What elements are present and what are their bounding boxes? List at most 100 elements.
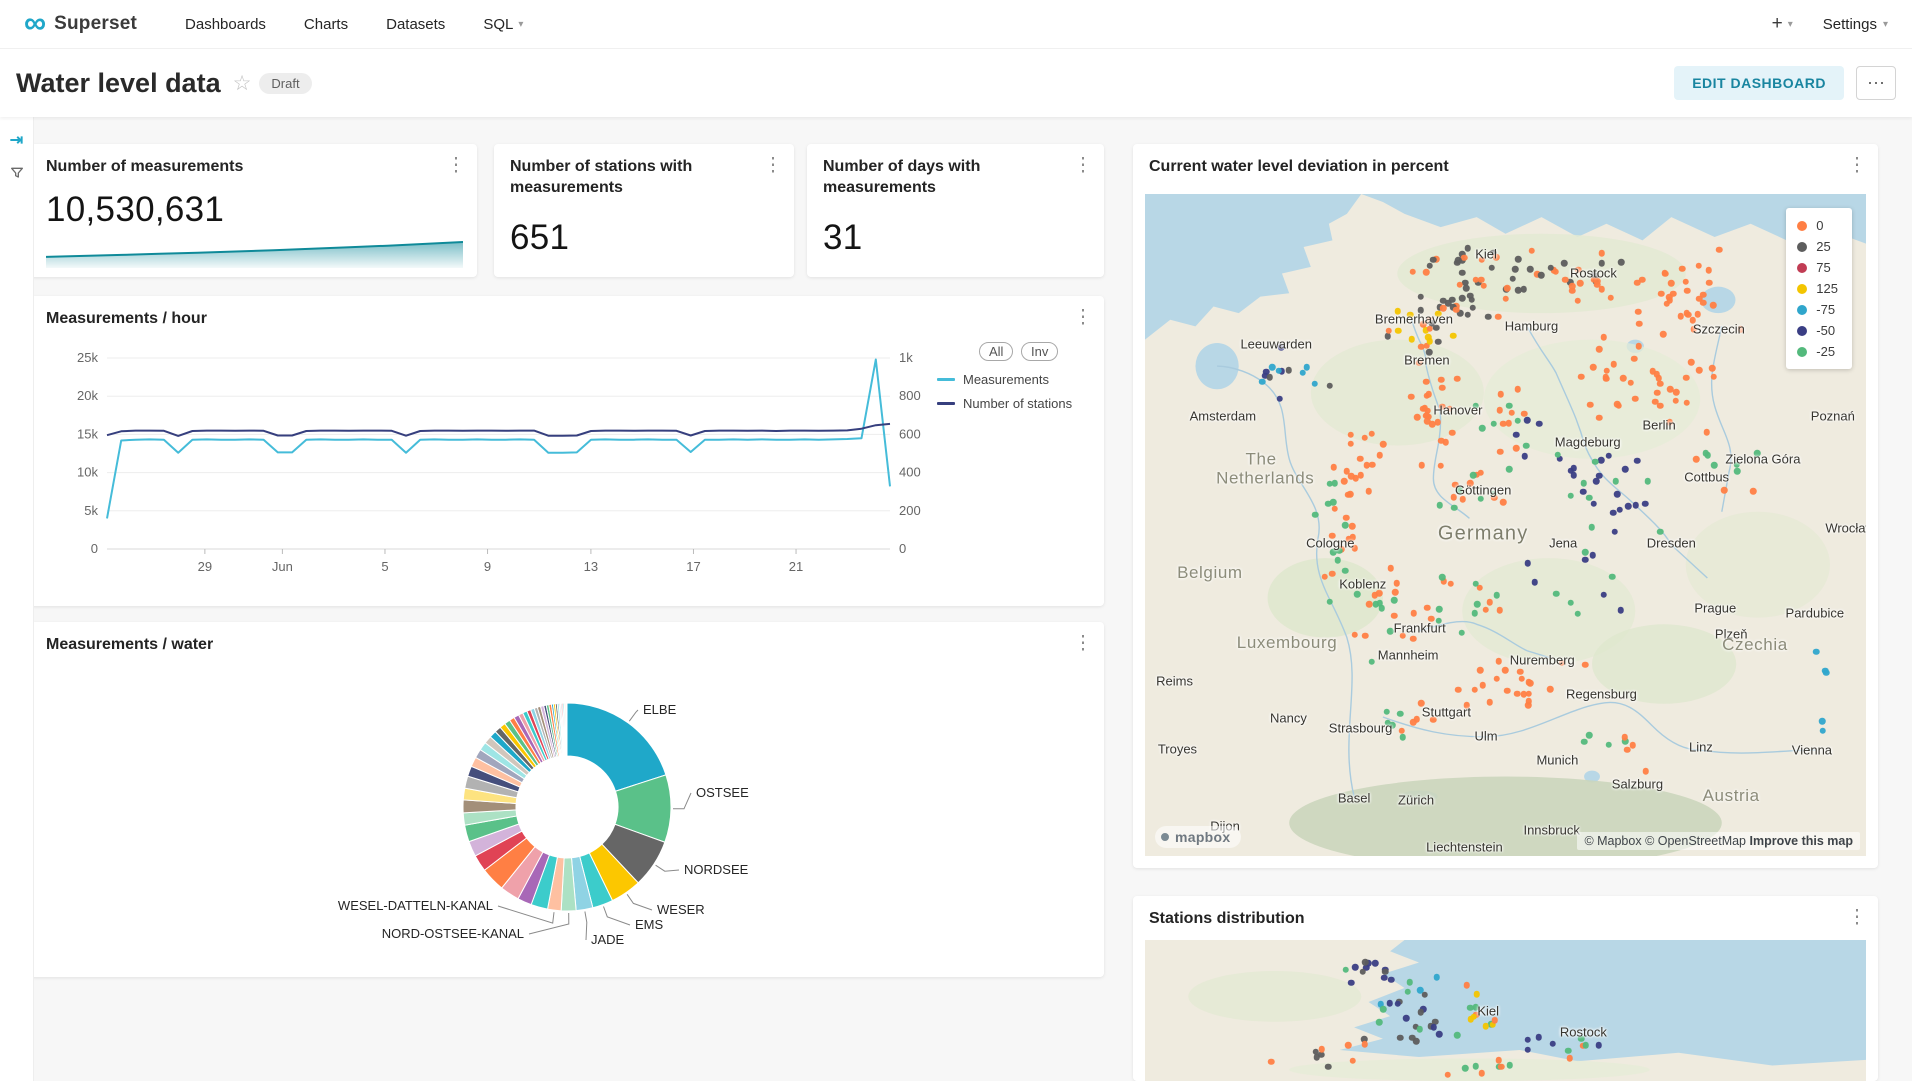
- card-menu-button[interactable]: ⋮: [1070, 632, 1096, 655]
- legend-color-dot: [1797, 221, 1807, 231]
- dashboard-title: Water level data: [16, 68, 221, 99]
- map-city-label: Leeuwarden: [1240, 337, 1312, 352]
- svg-text:29: 29: [198, 559, 212, 574]
- svg-text:Jun: Jun: [272, 559, 293, 574]
- legend-color-dot: [1797, 347, 1807, 357]
- nav-item-datasets[interactable]: Datasets: [386, 16, 445, 33]
- edit-dashboard-button[interactable]: EDIT DASHBOARD: [1674, 66, 1844, 100]
- caret-down-icon: ▾: [518, 19, 523, 30]
- legend-toggle-inv[interactable]: Inv: [1021, 342, 1058, 361]
- map-city-label: Prague: [1694, 600, 1736, 615]
- attribution-osm[interactable]: © OpenStreetMap: [1645, 834, 1746, 848]
- map-city-label: Regensburg: [1566, 686, 1637, 701]
- legend-value: 125: [1816, 281, 1838, 296]
- nav-item-sql[interactable]: SQL▾: [483, 16, 523, 33]
- nav-menu: Dashboards Charts Datasets SQL▾: [185, 16, 523, 33]
- svg-text:9: 9: [484, 559, 491, 574]
- filter-button[interactable]: [9, 165, 25, 183]
- card-menu-button[interactable]: ⋮: [760, 154, 786, 177]
- map-city-label: Salzburg: [1612, 776, 1663, 791]
- chart-card-water-level-deviation-map: Current water level deviation in percent…: [1133, 144, 1878, 868]
- svg-text:10k: 10k: [77, 465, 98, 480]
- map-labels-layer: KielRostock: [1145, 940, 1866, 1081]
- kpi-value: 10,530,631: [46, 190, 224, 230]
- map-city-label: Koblenz: [1339, 576, 1386, 591]
- card-menu-button[interactable]: ⋮: [1844, 154, 1870, 177]
- mapbox-logo[interactable]: mapbox: [1155, 826, 1241, 848]
- svg-text:1k: 1k: [899, 350, 913, 365]
- map-city-label: Zürich: [1398, 792, 1434, 807]
- svg-text:WESER: WESER: [657, 902, 705, 917]
- map-city-label: Cottbus: [1684, 469, 1729, 484]
- map-city-label: Jena: [1549, 535, 1577, 550]
- legend-color-dot: [1797, 263, 1807, 273]
- legend-color-dot: [1797, 242, 1807, 252]
- caret-down-icon: ▾: [1788, 19, 1793, 30]
- chart-card-measurements-per-water: Measurements / water ⋮ ELBEOSTSEENORDSEE…: [30, 622, 1104, 977]
- map-legend-item: 75: [1797, 260, 1838, 275]
- map-city-label: Vienna: [1792, 743, 1832, 758]
- svg-text:OSTSEE: OSTSEE: [696, 785, 749, 800]
- card-title: Measurements / hour: [46, 309, 1058, 330]
- svg-text:600: 600: [899, 426, 921, 441]
- favorite-star-icon[interactable]: ☆: [233, 71, 252, 96]
- card-menu-button[interactable]: ⋮: [1070, 306, 1096, 329]
- legend-line-swatch: [937, 378, 955, 381]
- svg-text:21: 21: [789, 559, 803, 574]
- dashboard-more-button[interactable]: ⋯: [1856, 66, 1896, 100]
- expand-filter-bar-button[interactable]: ⇥: [10, 133, 23, 149]
- card-title: Number of stations with measurements: [510, 157, 748, 199]
- map-country-label: Austria: [1703, 786, 1760, 806]
- legend-value: -75: [1816, 302, 1835, 317]
- map-city-label: Reims: [1156, 674, 1193, 689]
- legend-color-dot: [1797, 305, 1807, 315]
- map-city-label: Szczecin: [1693, 322, 1745, 337]
- card-menu-button[interactable]: ⋮: [443, 154, 469, 177]
- svg-text:5: 5: [381, 559, 388, 574]
- page-header: Water level data ☆ Draft EDIT DASHBOARD …: [0, 49, 1912, 117]
- map-city-label: Poznań: [1811, 409, 1855, 424]
- new-item-button[interactable]: +▾: [1772, 13, 1793, 35]
- map-city-label: Bremen: [1404, 353, 1450, 368]
- map-city-label: Bremerhaven: [1375, 312, 1453, 327]
- map-city-label: Hanover: [1433, 403, 1482, 418]
- settings-menu[interactable]: Settings▾: [1823, 16, 1888, 33]
- nav-item-dashboards[interactable]: Dashboards: [185, 16, 266, 33]
- card-menu-button[interactable]: ⋮: [1070, 154, 1096, 177]
- legend-toggle-all[interactable]: All: [979, 342, 1013, 361]
- legend-color-dot: [1797, 284, 1807, 294]
- map-labels-layer: KielRostockSzczecinLeeuwardenBremerhaven…: [1145, 194, 1866, 856]
- top-nav: ∞ Superset Dashboards Charts Datasets SQ…: [0, 0, 1912, 49]
- superset-logo[interactable]: ∞ Superset: [24, 11, 137, 38]
- svg-text:0: 0: [899, 541, 906, 556]
- superset-dashboard: ∞ Superset Dashboards Charts Datasets SQ…: [0, 0, 1912, 1081]
- svg-text:20k: 20k: [77, 388, 98, 403]
- map-city-label: Liechtenstein: [1426, 840, 1503, 855]
- deviation-map[interactable]: KielRostockSzczecinLeeuwardenBremerhaven…: [1145, 194, 1866, 856]
- chart-card-stations-distribution: Stations distribution ⋮ KielRostock: [1133, 896, 1878, 1081]
- map-city-label: Linz: [1689, 740, 1713, 755]
- card-title: Number of days with measurements: [823, 157, 1058, 199]
- map-city-label: Basel: [1338, 791, 1371, 806]
- map-legend-item: -25: [1797, 344, 1838, 359]
- legend-item-measurements[interactable]: Measurements: [937, 372, 1049, 387]
- map-city-label: Stuttgart: [1422, 704, 1471, 719]
- svg-text:JADE: JADE: [591, 932, 625, 947]
- legend-item-number-of-stations[interactable]: Number of stations: [937, 396, 1072, 411]
- map-city-label: Ulm: [1474, 728, 1497, 743]
- card-title: Current water level deviation in percent: [1149, 157, 1832, 178]
- card-menu-button[interactable]: ⋮: [1844, 906, 1870, 929]
- map-legend-item: -75: [1797, 302, 1838, 317]
- filter-bar-collapsed: ⇥: [0, 117, 34, 1081]
- stations-map[interactable]: KielRostock: [1145, 940, 1866, 1081]
- nav-item-charts[interactable]: Charts: [304, 16, 348, 33]
- legend-value: -25: [1816, 344, 1835, 359]
- map-city-label: Innsbruck: [1523, 822, 1579, 837]
- attribution-mapbox[interactable]: © Mapbox: [1584, 834, 1641, 848]
- infinity-logo-icon: ∞: [24, 7, 46, 38]
- svg-text:25k: 25k: [77, 350, 98, 365]
- improve-map-link[interactable]: Improve this map: [1750, 834, 1854, 848]
- map-city-label: Troyes: [1158, 741, 1197, 756]
- svg-text:EMS: EMS: [635, 917, 664, 932]
- map-legend-item: 125: [1797, 281, 1838, 296]
